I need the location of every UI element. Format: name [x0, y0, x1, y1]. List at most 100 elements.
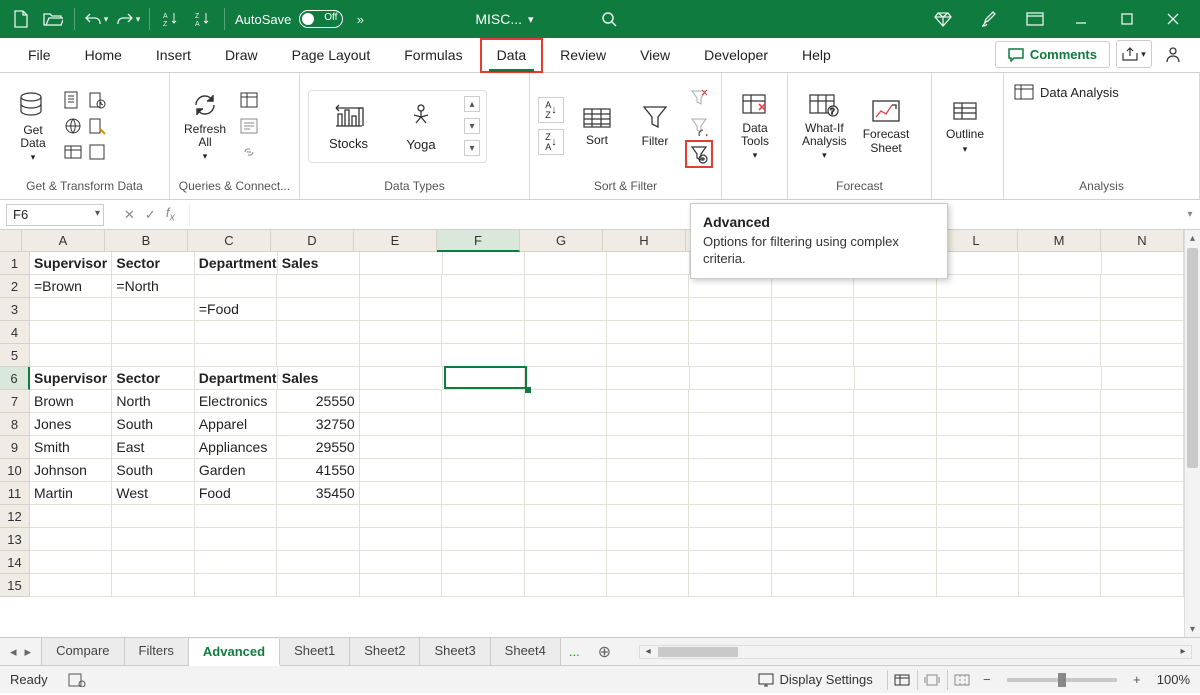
from-table-icon[interactable] [62, 141, 84, 163]
record-macro-icon[interactable] [68, 673, 86, 687]
cell-L3[interactable] [937, 298, 1019, 321]
cell-F6[interactable] [443, 367, 525, 390]
cell-G14[interactable] [525, 551, 607, 574]
cell-K3[interactable] [854, 298, 936, 321]
column-header-D[interactable]: D [271, 230, 354, 252]
cell-K4[interactable] [854, 321, 936, 344]
what-if-button[interactable]: ? What-If Analysis▾ [796, 89, 853, 163]
cell-L10[interactable] [937, 459, 1019, 482]
cell-G1[interactable] [525, 252, 607, 275]
redo-icon[interactable]: ▾ [113, 4, 143, 34]
share-button[interactable]: ▾ [1116, 40, 1152, 68]
cell-A12[interactable] [30, 505, 112, 528]
cell-J13[interactable] [772, 528, 854, 551]
tab-review[interactable]: Review [544, 39, 622, 72]
cell-C9[interactable]: Appliances [195, 436, 277, 459]
cell-H14[interactable] [607, 551, 689, 574]
cell-E11[interactable] [360, 482, 442, 505]
cell-F15[interactable] [442, 574, 524, 597]
cell-I8[interactable] [689, 413, 771, 436]
cell-G11[interactable] [525, 482, 607, 505]
search-icon[interactable] [594, 4, 624, 34]
row-header-3[interactable]: 3 [0, 298, 30, 321]
cell-B3[interactable] [112, 298, 194, 321]
account-icon[interactable] [1158, 40, 1188, 68]
row-header-11[interactable]: 11 [0, 482, 30, 505]
cell-A2[interactable]: =Brown [30, 275, 112, 298]
cell-F9[interactable] [442, 436, 524, 459]
cell-E6[interactable] [360, 367, 442, 390]
datatype-prev-icon[interactable]: ▴ [464, 96, 480, 112]
cell-I14[interactable] [689, 551, 771, 574]
cell-M6[interactable] [1019, 367, 1101, 390]
cell-D8[interactable]: 32750 [277, 413, 359, 436]
row-header-4[interactable]: 4 [0, 321, 30, 344]
select-all-corner[interactable] [0, 230, 22, 252]
cell-I10[interactable] [689, 459, 771, 482]
cell-L7[interactable] [937, 390, 1019, 413]
cell-M13[interactable] [1019, 528, 1101, 551]
tab-insert[interactable]: Insert [140, 39, 207, 72]
cell-A14[interactable] [30, 551, 112, 574]
ribbon-display-icon[interactable] [1014, 4, 1056, 34]
cell-N9[interactable] [1101, 436, 1183, 459]
cell-F10[interactable] [442, 459, 524, 482]
row-header-5[interactable]: 5 [0, 344, 30, 367]
cell-H4[interactable] [607, 321, 689, 344]
cell-F5[interactable] [442, 344, 524, 367]
cell-J4[interactable] [772, 321, 854, 344]
close-icon[interactable] [1152, 4, 1194, 34]
data-analysis-button[interactable]: Data Analysis [1012, 81, 1121, 103]
cell-B15[interactable] [112, 574, 194, 597]
cell-C7[interactable]: Electronics [195, 390, 277, 413]
cell-E9[interactable] [360, 436, 442, 459]
data-tools-button[interactable]: Data Tools▾ [730, 89, 780, 163]
row-header-15[interactable]: 15 [0, 574, 30, 597]
sort-za-icon[interactable]: ZA↓ [538, 129, 564, 155]
advanced-filter-icon[interactable] [688, 143, 710, 165]
cell-E14[interactable] [360, 551, 442, 574]
cell-N12[interactable] [1101, 505, 1183, 528]
undo-icon[interactable]: ▾ [81, 4, 111, 34]
cell-E7[interactable] [360, 390, 442, 413]
cell-J12[interactable] [772, 505, 854, 528]
cell-M3[interactable] [1019, 298, 1101, 321]
zoom-out-icon[interactable]: − [977, 672, 997, 687]
cell-E8[interactable] [360, 413, 442, 436]
cancel-formula-icon[interactable]: ✕ [124, 207, 135, 223]
cell-B9[interactable]: East [112, 436, 194, 459]
vertical-scrollbar[interactable]: ▴ ▾ [1184, 230, 1200, 637]
cell-F1[interactable] [443, 252, 525, 275]
cell-N8[interactable] [1101, 413, 1183, 436]
cell-K13[interactable] [854, 528, 936, 551]
row-header-9[interactable]: 9 [0, 436, 30, 459]
row-header-10[interactable]: 10 [0, 459, 30, 482]
cell-F8[interactable] [442, 413, 524, 436]
cell-D14[interactable] [277, 551, 359, 574]
open-file-icon[interactable] [38, 4, 68, 34]
cell-J10[interactable] [772, 459, 854, 482]
cell-B8[interactable]: South [112, 413, 194, 436]
cell-B11[interactable]: West [112, 482, 194, 505]
cell-H1[interactable] [607, 252, 689, 275]
cell-C1[interactable]: Department [195, 252, 278, 275]
cell-A1[interactable]: Supervisor [30, 252, 112, 275]
cell-F12[interactable] [442, 505, 524, 528]
datatype-next-icon[interactable]: ▾ [464, 118, 480, 134]
zoom-slider[interactable] [1007, 678, 1117, 682]
sheet-tab-filters[interactable]: Filters [125, 638, 189, 665]
cell-J5[interactable] [772, 344, 854, 367]
cell-J14[interactable] [772, 551, 854, 574]
cell-C4[interactable] [195, 321, 277, 344]
column-header-N[interactable]: N [1101, 230, 1184, 252]
cell-D15[interactable] [277, 574, 359, 597]
horizontal-scrollbar[interactable]: ◂ ▸ [639, 645, 1192, 659]
cell-I13[interactable] [689, 528, 771, 551]
blank-icon[interactable] [86, 141, 108, 163]
cell-F14[interactable] [442, 551, 524, 574]
column-header-E[interactable]: E [354, 230, 437, 252]
from-web-icon[interactable] [62, 115, 84, 137]
cell-M8[interactable] [1019, 413, 1101, 436]
cell-K9[interactable] [854, 436, 936, 459]
cell-C3[interactable]: =Food [195, 298, 277, 321]
